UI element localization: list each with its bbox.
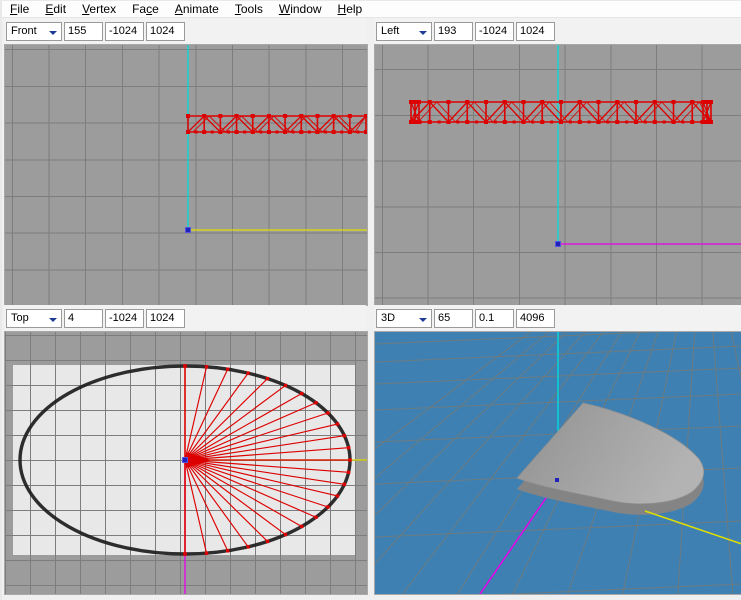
front-min-input[interactable] xyxy=(105,21,144,41)
menu-animate[interactable]: Animate xyxy=(167,2,227,16)
top-max-input[interactable] xyxy=(146,308,185,328)
top-viewport-canvas[interactable] xyxy=(5,332,367,594)
origin-dot xyxy=(182,457,188,463)
persp-viewport[interactable] xyxy=(374,331,741,595)
milkshape-window: File Edit Vertex Face Animate Tools Wind… xyxy=(0,0,741,600)
front-max-input[interactable] xyxy=(146,21,185,41)
top-view-mode-value: Top xyxy=(11,312,29,324)
front-view-mode-value: Front xyxy=(11,25,37,37)
menu-vertex[interactable]: Vertex xyxy=(74,2,124,16)
front-toolbar: Front xyxy=(4,18,366,44)
menu-file[interactable]: File xyxy=(2,2,37,16)
left-view-mode-value: Left xyxy=(381,25,400,37)
top-view-mode-select[interactable]: Top xyxy=(6,308,62,328)
front-viewport[interactable] xyxy=(4,44,368,306)
top-min-input[interactable] xyxy=(105,308,144,328)
chevron-down-icon xyxy=(419,317,427,322)
chevron-down-icon xyxy=(49,317,57,322)
top-toolbar: Top xyxy=(4,305,366,331)
persp-near-input[interactable] xyxy=(475,308,514,328)
persp-view-mode-select[interactable]: 3D xyxy=(376,308,432,328)
menu-tools[interactable]: Tools xyxy=(227,2,271,16)
menu-bar: File Edit Vertex Face Animate Tools Wind… xyxy=(2,1,741,18)
left-min-input[interactable] xyxy=(475,21,514,41)
menu-window[interactable]: Window xyxy=(271,2,330,16)
origin-dot xyxy=(185,227,191,233)
left-max-input[interactable] xyxy=(516,21,555,41)
persp-fov-input[interactable] xyxy=(434,308,473,328)
menu-help[interactable]: Help xyxy=(330,2,371,16)
left-view-mode-select[interactable]: Left xyxy=(376,21,432,41)
chevron-down-icon xyxy=(419,30,427,35)
front-zoom-input[interactable] xyxy=(64,21,103,41)
left-viewport[interactable] xyxy=(374,44,741,306)
persp-toolbar: 3D xyxy=(374,305,741,331)
top-zoom-input[interactable] xyxy=(64,308,103,328)
persp-far-input[interactable] xyxy=(516,308,555,328)
persp-viewport-canvas[interactable] xyxy=(375,332,741,594)
front-viewport-canvas[interactable] xyxy=(5,45,367,305)
left-zoom-input[interactable] xyxy=(434,21,473,41)
top-viewport[interactable] xyxy=(4,331,368,595)
menu-edit[interactable]: Edit xyxy=(37,2,74,16)
menu-face[interactable]: Face xyxy=(124,2,167,16)
chevron-down-icon xyxy=(49,30,57,35)
persp-view-mode-value: 3D xyxy=(381,312,396,324)
left-toolbar: Left xyxy=(374,18,741,44)
origin-dot xyxy=(555,241,561,247)
left-viewport-canvas[interactable] xyxy=(375,45,741,305)
front-view-mode-select[interactable]: Front xyxy=(6,21,62,41)
